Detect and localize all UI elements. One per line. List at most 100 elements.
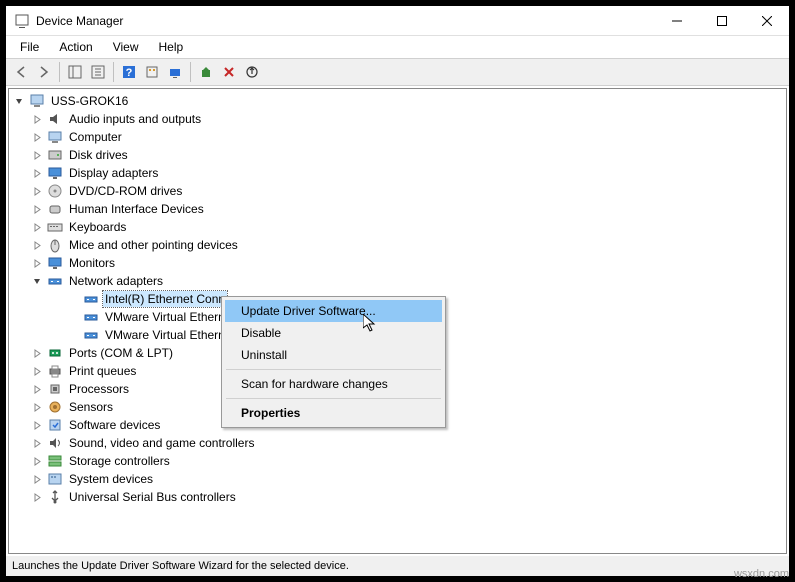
tree-category-label: Keyboards bbox=[67, 219, 128, 235]
tree-root-label: USS-GROK16 bbox=[49, 93, 130, 109]
tree-category-label: Display adapters bbox=[67, 165, 160, 181]
tree-category[interactable]: Human Interface Devices bbox=[9, 200, 786, 218]
toolbar-details-button[interactable] bbox=[141, 61, 163, 83]
chevron-right-icon[interactable] bbox=[31, 221, 44, 234]
chevron-right-icon[interactable] bbox=[31, 131, 44, 144]
cpu-icon bbox=[47, 381, 63, 397]
computer-icon bbox=[29, 93, 45, 109]
toolbar-help-button[interactable]: ? bbox=[118, 61, 140, 83]
toolbar-separator bbox=[190, 62, 191, 82]
software-icon bbox=[47, 417, 63, 433]
context-menu: Update Driver Software...DisableUninstal… bbox=[221, 296, 446, 428]
context-menu-item[interactable]: Update Driver Software... bbox=[225, 300, 442, 322]
app-icon bbox=[14, 13, 30, 29]
context-menu-item[interactable]: Uninstall bbox=[225, 344, 442, 366]
nic-icon bbox=[83, 291, 99, 307]
display-icon bbox=[47, 165, 63, 181]
tree-category-label: Monitors bbox=[67, 255, 117, 271]
chevron-right-icon[interactable] bbox=[31, 149, 44, 162]
toolbar-show-hide-button[interactable] bbox=[64, 61, 86, 83]
menu-bar: File Action View Help bbox=[6, 36, 789, 58]
toolbar-forward-button[interactable] bbox=[33, 61, 55, 83]
toolbar-back-button[interactable] bbox=[10, 61, 32, 83]
nic-icon bbox=[83, 309, 99, 325]
system-icon bbox=[47, 471, 63, 487]
menu-file[interactable]: File bbox=[10, 38, 49, 56]
tree-category[interactable]: Computer bbox=[9, 128, 786, 146]
context-menu-item[interactable]: Scan for hardware changes bbox=[225, 373, 442, 395]
tree-category[interactable]: Universal Serial Bus controllers bbox=[9, 488, 786, 506]
mouse-icon bbox=[47, 237, 63, 253]
tree-category-label: Processors bbox=[67, 381, 131, 397]
toolbar-scan-button[interactable] bbox=[164, 61, 186, 83]
chevron-right-icon[interactable] bbox=[31, 491, 44, 504]
chevron-right-icon[interactable] bbox=[31, 113, 44, 126]
tree-category-label: Storage controllers bbox=[67, 453, 172, 469]
tree-category-label: Audio inputs and outputs bbox=[67, 111, 203, 127]
storage-icon bbox=[47, 453, 63, 469]
chevron-down-icon[interactable] bbox=[31, 275, 44, 288]
tree-category-label: Universal Serial Bus controllers bbox=[67, 489, 238, 505]
chevron-right-icon[interactable] bbox=[31, 365, 44, 378]
menu-view[interactable]: View bbox=[103, 38, 149, 56]
tree-root[interactable]: USS-GROK16 bbox=[9, 92, 786, 110]
chevron-right-icon[interactable] bbox=[31, 257, 44, 270]
tree-category-label: Network adapters bbox=[67, 273, 165, 289]
tree-category[interactable]: Storage controllers bbox=[9, 452, 786, 470]
toolbar-update-driver-button[interactable] bbox=[195, 61, 217, 83]
tree-category[interactable]: Keyboards bbox=[9, 218, 786, 236]
tree-category[interactable]: Mice and other pointing devices bbox=[9, 236, 786, 254]
chevron-right-icon[interactable] bbox=[31, 419, 44, 432]
status-text: Launches the Update Driver Software Wiza… bbox=[12, 560, 349, 572]
chevron-right-icon[interactable] bbox=[31, 455, 44, 468]
toolbar-separator bbox=[59, 62, 60, 82]
tree-category[interactable]: Sound, video and game controllers bbox=[9, 434, 786, 452]
tree-category[interactable]: Network adapters bbox=[9, 272, 786, 290]
chevron-right-icon[interactable] bbox=[31, 167, 44, 180]
tree-category-label: Disk drives bbox=[67, 147, 130, 163]
tree-category-label: Software devices bbox=[67, 417, 162, 433]
tree-device-label: VMware Virtual Ethern bbox=[103, 309, 227, 325]
sound-icon bbox=[47, 435, 63, 451]
toolbar-separator bbox=[113, 62, 114, 82]
menu-help[interactable]: Help bbox=[149, 38, 194, 56]
tree-device-label: Intel(R) Ethernet Conn bbox=[103, 291, 227, 307]
chevron-right-icon[interactable] bbox=[31, 347, 44, 360]
toolbar-properties-button[interactable] bbox=[87, 61, 109, 83]
toolbar: ? bbox=[6, 58, 789, 86]
chevron-right-icon[interactable] bbox=[31, 437, 44, 450]
chevron-right-icon[interactable] bbox=[31, 383, 44, 396]
tree-category[interactable]: Display adapters bbox=[9, 164, 786, 182]
chevron-right-icon[interactable] bbox=[31, 203, 44, 216]
tree-category[interactable]: Audio inputs and outputs bbox=[9, 110, 786, 128]
svg-text:?: ? bbox=[126, 67, 133, 79]
usb-icon bbox=[47, 489, 63, 505]
chevron-right-icon[interactable] bbox=[31, 473, 44, 486]
audio-icon bbox=[47, 111, 63, 127]
maximize-button[interactable] bbox=[699, 6, 744, 36]
cursor-icon bbox=[363, 314, 379, 337]
tree-category[interactable]: Disk drives bbox=[9, 146, 786, 164]
keyboard-icon bbox=[47, 219, 63, 235]
menu-action[interactable]: Action bbox=[49, 38, 102, 56]
title-bar: Device Manager bbox=[6, 6, 789, 36]
nic-icon bbox=[83, 327, 99, 343]
status-bar: Launches the Update Driver Software Wiza… bbox=[6, 556, 789, 576]
watermark: wsxdn.com bbox=[734, 568, 789, 580]
chevron-right-icon[interactable] bbox=[31, 401, 44, 414]
minimize-button[interactable] bbox=[654, 6, 699, 36]
chevron-down-icon[interactable] bbox=[13, 95, 26, 108]
chevron-right-icon[interactable] bbox=[31, 185, 44, 198]
tree-category[interactable]: System devices bbox=[9, 470, 786, 488]
context-menu-item[interactable]: Disable bbox=[225, 322, 442, 344]
ports-icon bbox=[47, 345, 63, 361]
tree-category[interactable]: DVD/CD-ROM drives bbox=[9, 182, 786, 200]
tree-category[interactable]: Monitors bbox=[9, 254, 786, 272]
tree-device-label: VMware Virtual Ethern bbox=[103, 327, 227, 343]
toolbar-uninstall-button[interactable] bbox=[218, 61, 240, 83]
chevron-right-icon[interactable] bbox=[31, 239, 44, 252]
toolbar-disable-button[interactable] bbox=[241, 61, 263, 83]
context-menu-item[interactable]: Properties bbox=[225, 402, 442, 424]
tree-category-label: Human Interface Devices bbox=[67, 201, 206, 217]
close-button[interactable] bbox=[744, 6, 789, 36]
